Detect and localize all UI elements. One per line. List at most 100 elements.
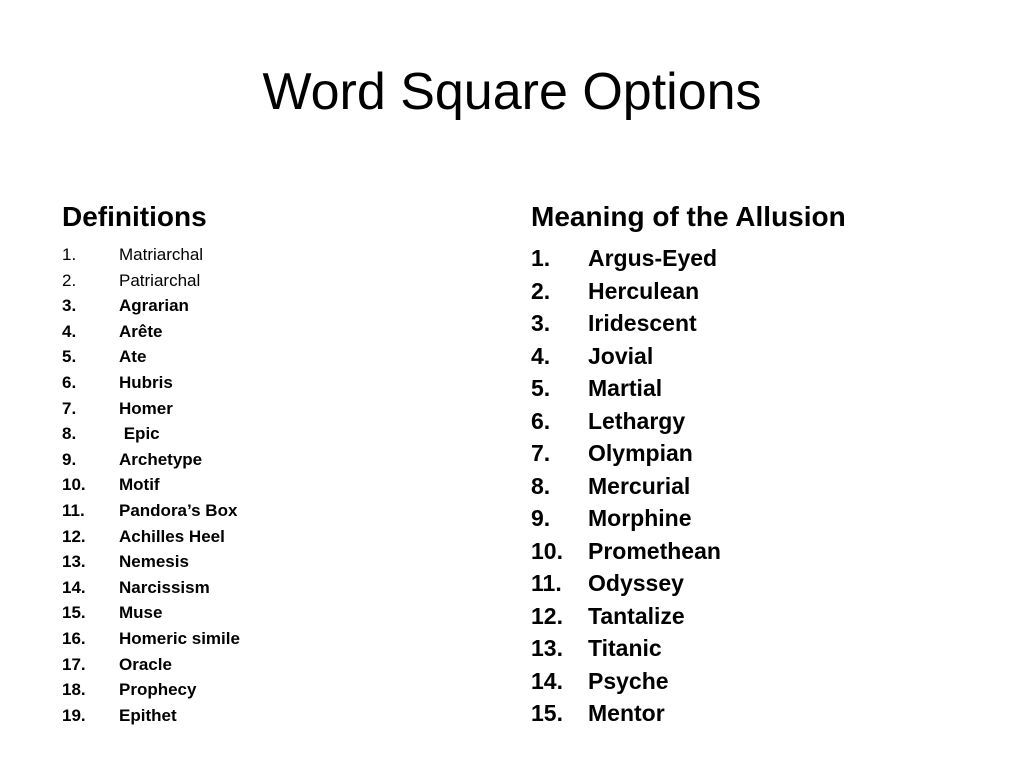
list-item: 16. Homeric simile — [62, 626, 240, 652]
list-item: 6. Lethargy — [531, 405, 846, 438]
item-text: Epic — [119, 424, 160, 444]
item-number: 15. — [531, 700, 563, 726]
list-item: 5. Martial — [531, 372, 846, 405]
item-number: 7. — [62, 398, 77, 418]
item-number: 10. — [531, 537, 563, 564]
item-number: 13. — [62, 552, 86, 572]
list-item: 12. Achilles Heel — [62, 524, 240, 550]
item-text: Promethean — [588, 537, 721, 564]
list-item: 1. Matriarchal — [62, 242, 240, 268]
list-item: 13. Nemesis — [62, 549, 240, 575]
item-number: 1. — [62, 245, 77, 264]
item-number: 7. — [531, 440, 551, 466]
item-text: Motif — [119, 475, 160, 495]
item-number: 13. — [531, 635, 563, 661]
item-text: Prophecy — [119, 680, 197, 700]
list-item: 4. Jovial — [531, 340, 846, 373]
item-text: Mentor — [588, 700, 665, 726]
definitions-column: Definitions 1. Matriarchal 2. Patriarchal 3.… — [62, 198, 240, 728]
item-number: 18. — [62, 680, 86, 700]
list-item: 9. Morphine — [531, 502, 846, 535]
list-item: 19. Epithet — [62, 703, 240, 729]
item-text: Homeric simile — [119, 628, 240, 648]
list-item: 2. Herculean — [531, 275, 846, 308]
item-number: 14. — [62, 577, 86, 597]
item-text: Ate — [119, 347, 147, 367]
item-number: 2. — [531, 277, 551, 304]
list-item: 7. Olympian — [531, 437, 846, 470]
list-item: 11. Odyssey — [531, 567, 846, 600]
list-item: 9. Archetype — [62, 447, 240, 473]
list-item: 14. Psyche — [531, 665, 846, 698]
list-item: 10. Promethean — [531, 535, 846, 568]
item-number: 8. — [62, 424, 77, 444]
item-number: 11. — [62, 500, 85, 520]
item-text: Martial — [588, 375, 663, 401]
allusions-heading: Meaning of the Allusion — [531, 201, 846, 232]
item-text: Tantalize — [588, 602, 685, 629]
item-number: 6. — [531, 407, 551, 434]
item-text: Arête — [119, 321, 163, 341]
item-text: Titanic — [588, 635, 662, 661]
list-item: 18. Prophecy — [62, 677, 240, 703]
list-item: 1. Argus-Eyed — [531, 242, 846, 275]
item-number: 5. — [62, 347, 77, 367]
definitions-list: 1. Matriarchal 2. Patriarchal 3. Agrarian 4. Ar… — [62, 242, 240, 728]
item-number: 16. — [62, 628, 86, 648]
list-item: 15. Muse — [62, 600, 240, 626]
list-item: 12. Tantalize — [531, 600, 846, 633]
item-text: Iridescent — [588, 310, 697, 336]
list-item: 10. Motif — [62, 472, 240, 498]
item-text: Herculean — [588, 277, 700, 304]
item-number: 11. — [531, 570, 562, 596]
item-text: Nemesis — [119, 552, 189, 572]
list-item: 6. Hubris — [62, 370, 240, 396]
item-number: 17. — [62, 654, 86, 674]
item-text: Morphine — [588, 505, 692, 531]
allusions-column: Meaning of the Allusion 1. Argus-Eyed 2. He… — [531, 198, 846, 730]
item-text: Patriarchal — [119, 270, 201, 290]
list-item: 11. Pandora’s Box — [62, 498, 240, 524]
item-number: 5. — [531, 375, 551, 401]
list-item: 8. Epic — [62, 421, 240, 447]
item-text: Muse — [119, 603, 163, 623]
item-number: 6. — [62, 372, 77, 392]
item-text: Argus-Eyed — [588, 245, 718, 271]
list-item: 5. Ate — [62, 344, 240, 370]
item-text: Olympian — [588, 440, 693, 466]
item-text: Archetype — [119, 449, 203, 469]
slide-title: Word Square Options — [262, 63, 762, 121]
item-number: 12. — [531, 602, 563, 629]
item-number: 4. — [62, 321, 77, 341]
item-text: Oracle — [119, 654, 172, 674]
item-text: Homer — [119, 398, 173, 418]
item-number: 9. — [62, 449, 77, 469]
item-number: 3. — [62, 296, 77, 316]
item-number: 9. — [531, 505, 551, 531]
list-item: 3. Iridescent — [531, 307, 846, 340]
definitions-heading: Definitions — [62, 201, 207, 232]
item-text: Jovial — [588, 342, 654, 369]
item-number: 4. — [531, 342, 551, 369]
list-item: 8. Mercurial — [531, 470, 846, 503]
list-item: 14. Narcissism — [62, 575, 240, 601]
item-number: 8. — [531, 472, 551, 499]
list-item: 13. Titanic — [531, 632, 846, 665]
item-text: Psyche — [588, 667, 669, 694]
item-text: Odyssey — [588, 570, 684, 596]
item-text: Pandora’s Box — [119, 500, 238, 520]
item-number: 2. — [62, 270, 77, 290]
item-text: Hubris — [119, 372, 173, 392]
item-number: 14. — [531, 667, 563, 694]
item-number: 1. — [531, 245, 551, 271]
item-number: 3. — [531, 310, 551, 336]
list-item: 17. Oracle — [62, 652, 240, 678]
item-number: 19. — [62, 705, 86, 725]
list-item: 7. Homer — [62, 396, 240, 422]
item-text: Achilles Heel — [119, 526, 225, 546]
list-item: 15. Mentor — [531, 697, 846, 730]
allusions-list: 1. Argus-Eyed 2. Herculean 3. Iridescent 4. Jov… — [531, 242, 846, 730]
item-number: 12. — [62, 526, 86, 546]
list-item: 3. Agrarian — [62, 293, 240, 319]
item-number: 15. — [62, 603, 86, 623]
